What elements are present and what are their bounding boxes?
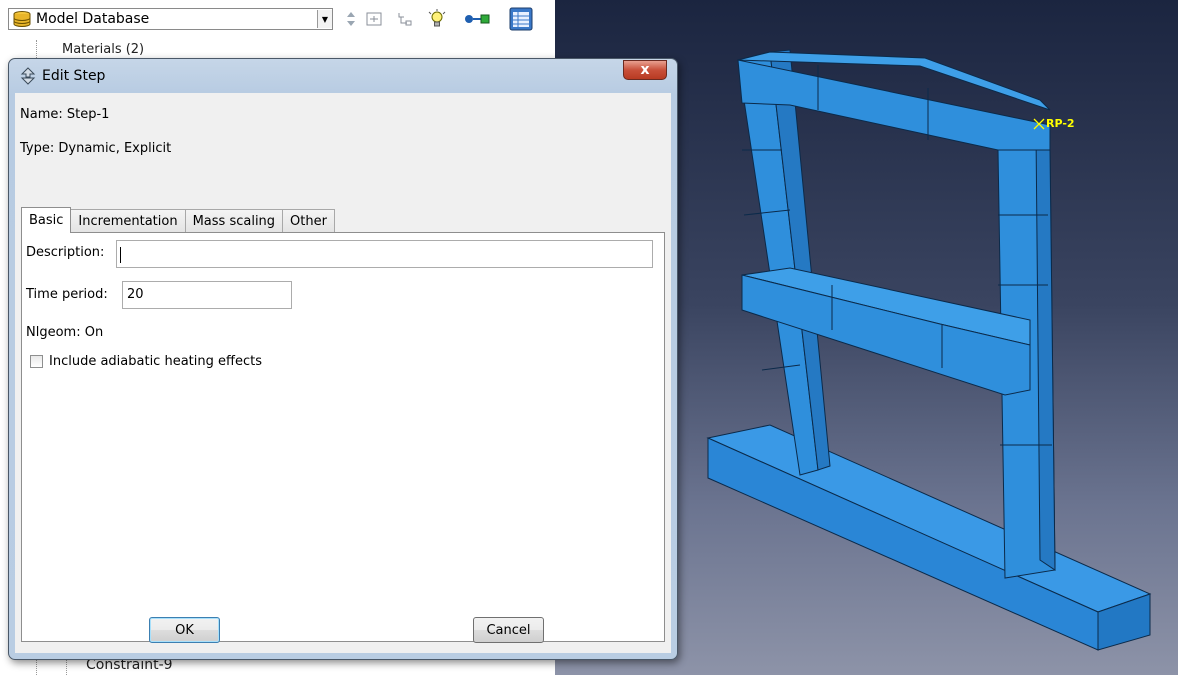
- adiabatic-checkbox[interactable]: [30, 355, 43, 368]
- step-type-text: Type: Dynamic, Explicit: [20, 141, 172, 156]
- database-icon: [11, 10, 33, 28]
- dialog-body: Name: Step-1 Type: Dynamic, Explicit Bas…: [15, 93, 671, 653]
- description-field[interactable]: [116, 240, 653, 268]
- expand-tree-icon[interactable]: [363, 8, 385, 30]
- description-label: Description:: [26, 245, 105, 260]
- tree-toolbar: Model Database ▼: [8, 4, 548, 38]
- sort-arrows-icon[interactable]: [340, 8, 362, 30]
- model-database-select[interactable]: Model Database ▼: [8, 8, 333, 30]
- tab-incrementation[interactable]: Incrementation: [70, 209, 186, 233]
- basic-tab-panel: Description: Time period: 20 Nlgeom: On …: [21, 232, 665, 642]
- tree-row-label: Materials (2): [62, 42, 145, 57]
- tab-label: Mass scaling: [192, 214, 276, 229]
- reference-point-label: RP-2: [1046, 117, 1075, 130]
- time-period-label: Time period:: [26, 287, 108, 302]
- time-period-value: 20: [127, 287, 144, 302]
- tab-basic[interactable]: Basic: [21, 207, 72, 233]
- model-database-label: Model Database: [36, 11, 150, 27]
- tab-label: Incrementation: [78, 214, 178, 229]
- tab-label: Other: [290, 214, 327, 229]
- cancel-button[interactable]: Cancel: [473, 617, 544, 643]
- dialog-title: Edit Step: [42, 68, 106, 84]
- cancel-label: Cancel: [486, 622, 531, 638]
- collapse-tree-icon[interactable]: [394, 8, 416, 30]
- query-icon[interactable]: [463, 8, 493, 30]
- tab-strip: Basic Incrementation Mass scaling Other: [21, 207, 335, 233]
- tab-other[interactable]: Other: [282, 209, 335, 233]
- ok-button[interactable]: OK: [149, 617, 220, 643]
- tab-mass-scaling[interactable]: Mass scaling: [184, 209, 284, 233]
- base-slab-top: [706, 424, 1152, 613]
- tab-label: Basic: [29, 213, 64, 228]
- nlgeom-text: Nlgeom: On: [26, 325, 104, 340]
- close-button[interactable]: x: [623, 60, 667, 80]
- step-name-text: Name: Step-1: [20, 107, 110, 122]
- close-icon: x: [640, 62, 650, 78]
- ok-label: OK: [175, 622, 194, 638]
- step-icon: [19, 67, 37, 85]
- text-cursor: [120, 247, 121, 263]
- time-period-field[interactable]: 20: [122, 281, 292, 309]
- adiabatic-label: Include adiabatic heating effects: [49, 354, 262, 369]
- edit-step-dialog: Edit Step x Name: Step-1 Type: Dynamic, …: [8, 58, 678, 660]
- lightbulb-icon[interactable]: [426, 8, 448, 30]
- dropdown-arrow-icon[interactable]: ▼: [317, 10, 332, 28]
- title-bar[interactable]: Edit Step x: [9, 59, 677, 93]
- adiabatic-option[interactable]: Include adiabatic heating effects: [30, 354, 262, 369]
- results-table-icon[interactable]: [508, 6, 534, 32]
